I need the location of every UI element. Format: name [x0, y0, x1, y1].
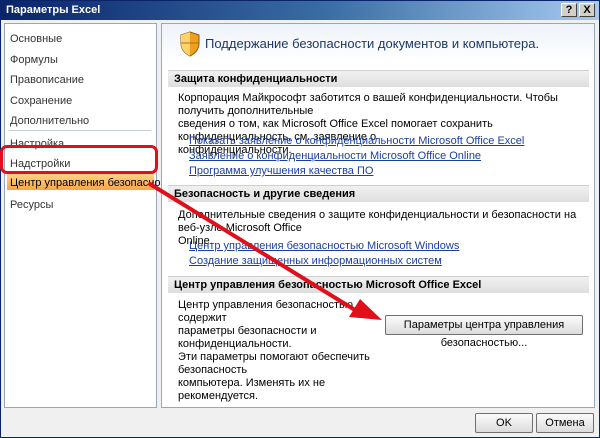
sidebar-item-proofing[interactable]: Правописание	[10, 74, 84, 86]
trust-center-settings-button[interactable]: Параметры центра управления безопасность…	[385, 315, 583, 349]
sidebar-item-formulas[interactable]: Формулы	[10, 54, 58, 66]
annotation-highlight-box	[0, 145, 158, 174]
text-line: параметры безопасности и конфиденциально…	[178, 325, 317, 350]
section-header-privacy: Защита конфиденциальности	[168, 70, 589, 87]
section-title: Безопасность и другие сведения	[174, 188, 356, 200]
link-ceip[interactable]: Программа улучшения качества ПО	[189, 165, 373, 177]
main-panel: Поддержание безопасности документов и ко…	[161, 23, 595, 408]
sidebar-item-save[interactable]: Сохранение	[10, 95, 72, 107]
section-header-security: Безопасность и другие сведения	[168, 185, 589, 202]
window-title: Параметры Excel	[6, 4, 101, 16]
section-header-trust-center: Центр управления безопасностью Microsoft…	[168, 276, 589, 293]
link-excel-privacy-statement[interactable]: Показать заявление о конфиденциальности …	[189, 135, 524, 147]
close-icon[interactable]: X	[579, 3, 595, 17]
page-title: Поддержание безопасности документов и ко…	[205, 36, 540, 51]
link-office-online-privacy[interactable]: Заявление о конфиденциальности Microsoft…	[189, 150, 481, 162]
text-line: Центр управления безопасностью содержит	[178, 299, 353, 324]
text-line: компьютера. Изменять их не рекомендуется…	[178, 377, 326, 402]
link-trustworthy-computing[interactable]: Создание защищенных информационных систе…	[189, 255, 442, 267]
sidebar-divider	[9, 130, 151, 131]
text-line: Эти параметры помогают обеспечить безопа…	[178, 351, 370, 376]
section-title: Центр управления безопасностью Microsoft…	[174, 279, 482, 291]
help-icon[interactable]: ?	[561, 3, 577, 17]
title-bar[interactable]: Параметры Excel ? X	[1, 1, 599, 20]
text-line: Корпорация Майкрософт заботится о вашей …	[178, 92, 558, 117]
section-title: Защита конфиденциальности	[174, 73, 338, 85]
sidebar-item-advanced[interactable]: Дополнительно	[10, 115, 89, 127]
sidebar-item-general[interactable]: Основные	[10, 33, 62, 45]
cancel-button[interactable]: Отмена	[536, 413, 594, 433]
page-header: Поддержание безопасности документов и ко…	[162, 24, 594, 62]
shield-icon	[180, 31, 200, 57]
sidebar: Основные Формулы Правописание Сохранение…	[4, 23, 185, 408]
sidebar-item-resources[interactable]: Ресурсы	[10, 199, 53, 211]
sidebar-item-trust-center[interactable]: Центр управления безопасностью	[10, 177, 185, 189]
excel-options-dialog: Параметры Excel ? X Основные Формулы Пра…	[0, 0, 600, 438]
privacy-description: Корпорация Майкрософт заботится о вашей …	[178, 92, 583, 157]
link-windows-security-center[interactable]: Центр управления безопасностью Microsoft…	[189, 240, 459, 252]
ok-button[interactable]: OK	[475, 413, 533, 433]
text-line: Дополнительные сведения о защите конфиде…	[178, 209, 577, 234]
trust-center-description: Центр управления безопасностью содержит …	[178, 299, 388, 403]
